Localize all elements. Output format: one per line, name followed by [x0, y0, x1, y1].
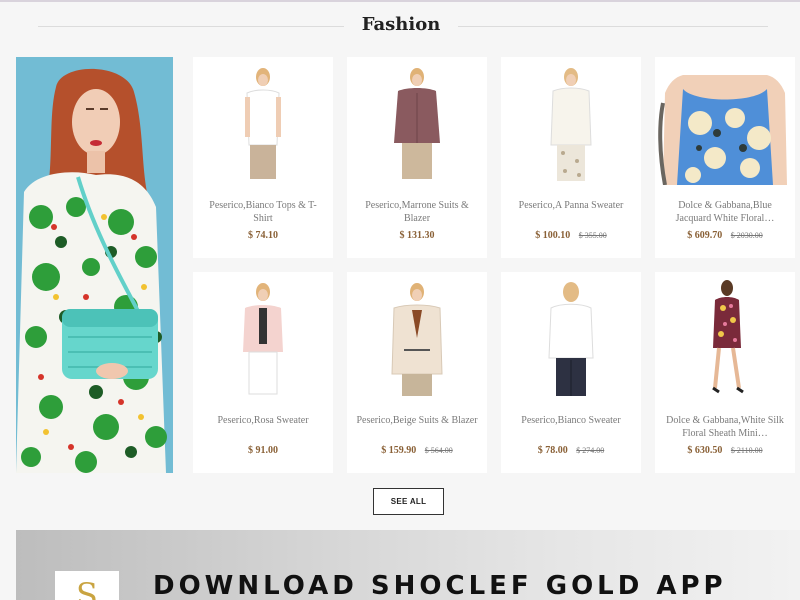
product-old-price: $ 2110.00 — [730, 446, 763, 455]
product-card[interactable]: Peserico,A Panna Sweater $ 100.10 $ 355.… — [501, 57, 641, 258]
product-photo[interactable] — [347, 63, 487, 185]
product-name[interactable]: Peserico,A Panna Sweater — [509, 199, 633, 212]
product-old-price: $ 355.00 — [578, 231, 607, 240]
price-line: $ 609.70 $ 2030.00 — [655, 230, 795, 241]
product-name[interactable]: Peserico,Beige Suits & Blazer — [355, 414, 479, 427]
product-card[interactable]: Dolce & Gabbana,White Silk Floral Sheath… — [655, 272, 795, 473]
product-price: $ 91.00 — [248, 445, 278, 456]
model-banner-image[interactable] — [16, 57, 173, 473]
product-photo[interactable] — [655, 63, 795, 185]
section-header: Fashion — [38, 14, 768, 40]
product-price: $ 609.70 — [687, 230, 723, 241]
product-old-price: $ 564.00 — [424, 446, 453, 455]
product-card[interactable]: Peserico,Marrone Suits & Blazer $ 131.30 — [347, 57, 487, 258]
header-rule-right — [458, 26, 768, 27]
section-title: Fashion — [361, 14, 441, 35]
price-line: $ 91.00 — [193, 445, 333, 456]
product-name[interactable]: Dolce & Gabbana,Blue Jacquard White Flor… — [663, 199, 787, 225]
product-name[interactable]: Peserico,Bianco Tops & T-Shirt — [201, 199, 325, 225]
product-photo[interactable] — [193, 278, 333, 400]
header-rule-left — [38, 26, 344, 27]
price-line: $ 74.10 — [193, 230, 333, 241]
see-all-button[interactable]: SEE ALL — [373, 488, 444, 515]
product-price: $ 159.90 — [381, 445, 417, 456]
price-line: $ 100.10 $ 355.00 — [501, 230, 641, 241]
product-card[interactable]: Peserico,Rosa Sweater $ 91.00 — [193, 272, 333, 473]
product-price: $ 74.10 — [248, 230, 278, 241]
product-price: $ 78.00 — [537, 445, 568, 456]
product-card[interactable]: Peserico,Bianco Sweater $ 78.00 $ 274.00 — [501, 272, 641, 473]
product-photo[interactable] — [347, 278, 487, 400]
product-name[interactable]: Dolce & Gabbana,White Silk Floral Sheath… — [663, 414, 787, 440]
app-logo: S — [55, 571, 119, 600]
price-line: $ 78.00 $ 274.00 — [501, 445, 641, 456]
app-logo-letter: S — [76, 576, 98, 600]
promo-headline: DOWNLOAD SHOCLEF GOLD APP — [153, 571, 727, 600]
product-price: $ 100.10 — [535, 230, 571, 241]
product-photo[interactable] — [501, 278, 641, 400]
product-photo[interactable] — [655, 278, 795, 400]
product-photo[interactable] — [193, 63, 333, 185]
product-name[interactable]: Peserico,Bianco Sweater — [509, 414, 633, 427]
product-card[interactable]: Peserico,Beige Suits & Blazer $ 159.90 $… — [347, 272, 487, 473]
product-card[interactable]: Peserico,Bianco Tops & T-Shirt $ 74.10 — [193, 57, 333, 258]
product-old-price: $ 274.00 — [576, 446, 605, 455]
product-photo[interactable] — [501, 63, 641, 185]
product-card[interactable]: Dolce & Gabbana,Blue Jacquard White Flor… — [655, 57, 795, 258]
product-old-price: $ 2030.00 — [730, 231, 763, 240]
product-name[interactable]: Peserico,Rosa Sweater — [201, 414, 325, 427]
price-line: $ 630.50 $ 2110.00 — [655, 445, 795, 456]
top-divider — [0, 0, 800, 2]
product-price: $ 630.50 — [687, 445, 723, 456]
product-price: $ 131.30 — [399, 230, 435, 241]
product-name[interactable]: Peserico,Marrone Suits & Blazer — [355, 199, 479, 225]
price-line: $ 131.30 — [347, 230, 487, 241]
price-line: $ 159.90 $ 564.00 — [347, 445, 487, 456]
app-download-banner[interactable]: S DOWNLOAD SHOCLEF GOLD APP — [16, 530, 800, 600]
